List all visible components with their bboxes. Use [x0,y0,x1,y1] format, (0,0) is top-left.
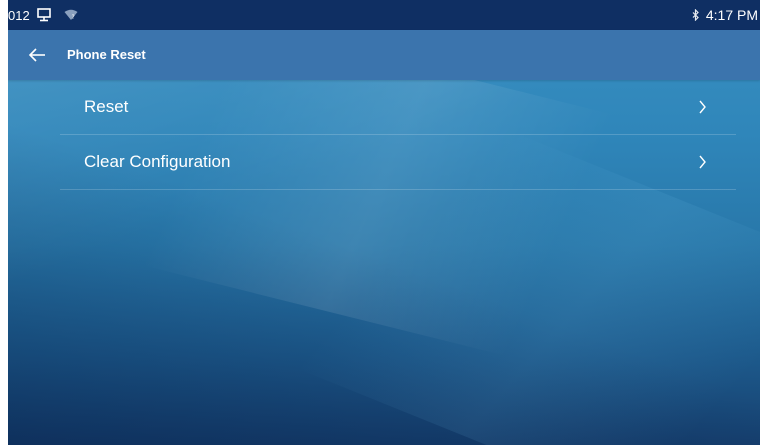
back-button[interactable] [22,41,52,69]
status-left-group: 012 ? [8,0,78,30]
chevron-right-icon [698,98,708,116]
wifi-signal-icon: ? [64,9,78,21]
menu-item-label: Clear Configuration [84,152,231,171]
monitor-icon [36,8,52,22]
chevron-right-icon [698,153,708,171]
settings-menu-list: Reset Clear Configuration [60,80,736,190]
status-number: 012 [8,7,30,23]
menu-item-clear-configuration[interactable]: Clear Configuration [60,135,736,190]
page-title: Phone Reset [67,47,146,62]
bluetooth-icon [692,9,700,21]
arrow-left-icon [28,48,46,62]
title-bar: Phone Reset [8,30,760,80]
status-time: 4:17 PM [705,7,758,23]
menu-item-label: Reset [84,97,129,116]
svg-text:?: ? [71,14,74,21]
phone-screen: 012 ? 4:17 PM Phone Reset Reset Clear Co… [8,0,760,445]
menu-item-reset[interactable]: Reset [60,80,736,135]
status-right-group: 4:17 PM [692,0,758,30]
status-bar: 012 ? 4:17 PM [8,0,760,30]
